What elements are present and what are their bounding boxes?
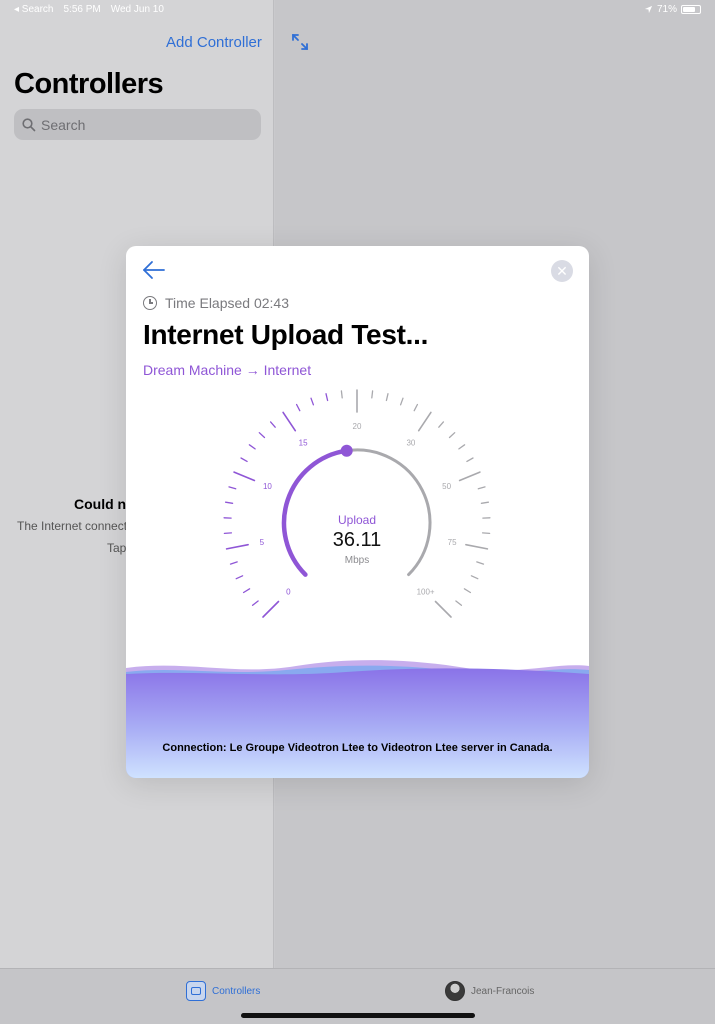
gauge-tick — [466, 457, 474, 463]
gauge-tick — [310, 397, 315, 406]
tab-controllers[interactable]: Controllers — [186, 981, 260, 1001]
status-bar: ◂ Search 5:56 PM Wed Jun 10 71% — [0, 0, 715, 20]
gauge-scale-label: 20 — [353, 422, 362, 431]
gauge-tick — [438, 421, 445, 428]
gauge-scale-label: 15 — [299, 438, 308, 447]
gauge-label: Upload — [337, 513, 377, 527]
status-time: 5:56 PM — [63, 4, 101, 15]
gauge-tick — [258, 432, 266, 439]
tab-controllers-label: Controllers — [212, 985, 261, 997]
route: Dream Machine → Internet — [143, 362, 311, 378]
battery-icon — [681, 5, 701, 14]
gauge-tick — [458, 471, 481, 482]
gauge-tick — [434, 600, 452, 618]
gauge-tick — [282, 411, 297, 432]
close-button[interactable]: ✕ — [551, 260, 573, 282]
gauge-scale-label: 0 — [286, 588, 291, 597]
route-arrow: → — [245, 362, 260, 378]
gauge-tick — [371, 390, 374, 399]
gauge-tick — [477, 486, 486, 490]
gauge-scale-label: 10 — [263, 482, 272, 491]
gauge-tick — [480, 501, 490, 504]
gauge-tick — [242, 588, 251, 594]
gauge-tick — [248, 444, 256, 450]
gauge-dial: 05101520305075100+ — [223, 389, 491, 618]
gauge-tick — [235, 575, 244, 580]
home-indicator — [241, 1013, 475, 1018]
gauge-tick — [269, 421, 276, 428]
gauge-tick — [224, 501, 234, 504]
page-title: Controllers — [14, 68, 164, 100]
time-elapsed-label: Time Elapsed 02:43 — [165, 295, 289, 311]
gauge-tick — [228, 486, 237, 490]
search-input[interactable]: Search — [14, 109, 261, 140]
add-controller-button[interactable]: Add Controller — [166, 34, 262, 51]
speed-test-modal: ✕ Time Elapsed 02:43 Internet Upload Tes… — [126, 246, 589, 778]
gauge-tick — [325, 393, 329, 402]
error-message: The Internet connect — [17, 519, 128, 533]
gauge-tick — [240, 457, 248, 463]
close-icon: ✕ — [556, 263, 568, 279]
wave-decoration — [126, 660, 589, 778]
tab-user[interactable]: Jean-Francois — [445, 981, 534, 1001]
gauge-tick — [385, 393, 389, 402]
gauge-tick — [448, 432, 456, 439]
status-date: Wed Jun 10 — [110, 4, 164, 15]
gauge-tick — [340, 390, 343, 399]
gauge-tick — [470, 575, 479, 580]
gauge-scale-label: 30 — [406, 438, 415, 447]
gauge-unit: Mbps — [344, 555, 370, 566]
search-icon — [22, 117, 36, 131]
gauge-value: 36.11 — [332, 529, 382, 551]
gauge-tick — [417, 411, 432, 432]
gauge-tick — [463, 588, 472, 594]
tab-user-label: Jean-Francois — [471, 985, 535, 997]
back-arrow-icon[interactable] — [142, 260, 166, 280]
back-to-app-link[interactable]: ◂ Search — [14, 4, 53, 15]
time-elapsed: Time Elapsed 02:43 — [143, 295, 289, 311]
gauge-tick — [251, 600, 259, 606]
route-from: Dream Machine — [143, 362, 242, 378]
gauge-scale-label: 50 — [442, 482, 451, 491]
route-to: Internet — [263, 362, 312, 378]
gauge-tick — [233, 471, 256, 482]
search-placeholder: Search — [41, 116, 86, 133]
test-title: Internet Upload Test... — [143, 319, 429, 350]
speed-gauge: 0 5 10 15 20 30 50 75 100+ Upload 36.11 Mbps — [212, 386, 502, 636]
gauge-tick — [399, 397, 404, 406]
location-icon — [644, 5, 653, 14]
battery-percent: 71% — [656, 4, 677, 15]
gauge-scale-label: 100+ — [417, 588, 435, 597]
gauge-needle-dot — [340, 444, 353, 457]
avatar — [445, 981, 465, 1001]
gauge-tick — [295, 403, 301, 412]
error-hint: Tap — [107, 541, 127, 555]
gauge-tick — [455, 600, 463, 606]
gauge-tick — [262, 600, 280, 618]
gauge-tick — [413, 403, 419, 412]
clock-icon — [143, 296, 157, 310]
connection-info: Connection: Le Groupe Videotron Ltee to … — [162, 742, 553, 754]
gauge-tick — [458, 444, 466, 450]
expand-icon[interactable] — [290, 32, 310, 52]
controller-icon — [186, 981, 206, 1001]
